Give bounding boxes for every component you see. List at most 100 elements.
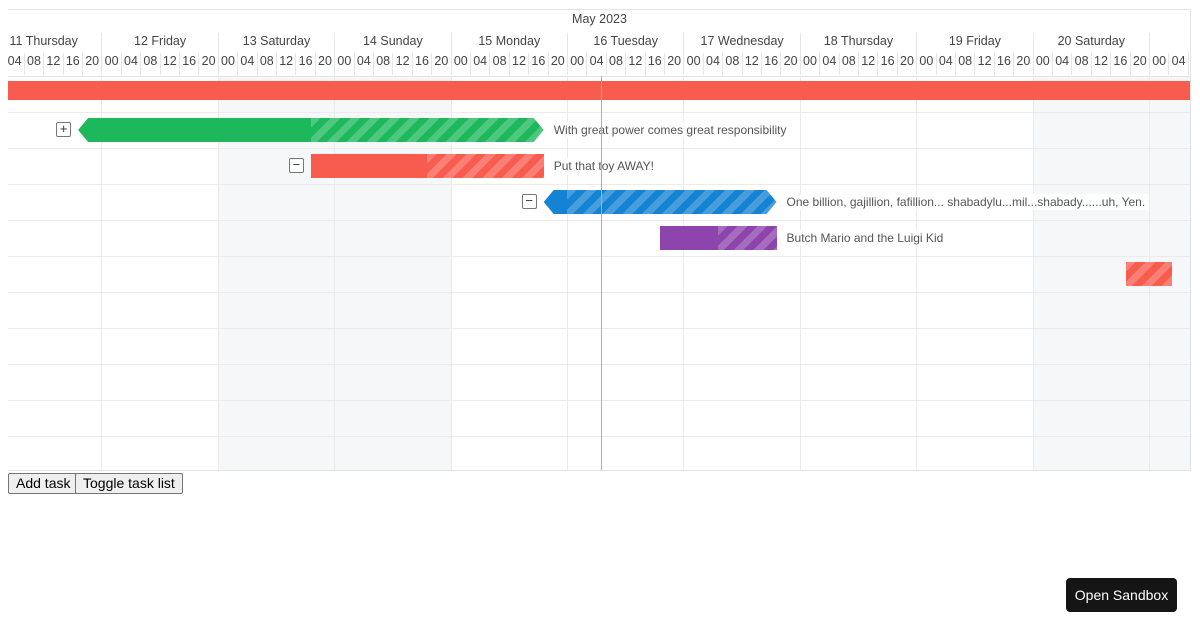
collapse-icon[interactable]: −: [521, 194, 537, 209]
hour-tick: 20: [82, 53, 101, 75]
hour-tick: 04: [702, 53, 722, 75]
day-divider: [1032, 76, 1034, 470]
hour-tick: 04: [935, 53, 955, 75]
collapse-icon[interactable]: −: [288, 158, 304, 173]
hour-tick: 16: [993, 53, 1013, 75]
row-divider: [8, 328, 1190, 329]
hour-tick: 00: [101, 53, 120, 75]
hour-tick: 00: [916, 53, 935, 75]
hour-tick: 08: [605, 53, 625, 75]
hour-tick: 00: [567, 53, 586, 75]
hour-tick: 08: [838, 53, 858, 75]
hour-tick: 20: [1013, 53, 1032, 75]
hour-tick: 12: [625, 53, 644, 75]
progress-stripes: [567, 190, 777, 214]
hour-tick: 08: [256, 53, 276, 75]
progress-stripes: [1125, 262, 1173, 286]
task-bar[interactable]: [544, 190, 777, 214]
hour-tick: 08: [23, 53, 43, 75]
hour-tick: 20: [547, 53, 567, 75]
current-time-line: [600, 76, 602, 470]
task-bar[interactable]: [1125, 262, 1173, 286]
row-divider: [8, 220, 1190, 221]
row-divider: [8, 184, 1190, 185]
hour-tick: 12: [858, 53, 877, 75]
hour-tick: 20: [198, 53, 217, 75]
day-header: 13 Saturday: [217, 33, 334, 53]
hour-tick: 04: [120, 53, 140, 75]
task-bar[interactable]: [310, 154, 544, 178]
hour-tick: 00: [1149, 53, 1168, 75]
expand-icon[interactable]: +: [56, 122, 72, 137]
hour-tick: 04: [1168, 53, 1187, 75]
hour-tick: 16: [295, 53, 314, 75]
hour-tick: 12: [1090, 53, 1110, 75]
day-header: 21: [1149, 33, 1190, 53]
hour-tick: 00: [450, 53, 470, 75]
timeline-header: May 2023 11 Thursday00040812162012 Frida…: [8, 10, 1190, 77]
toggle-task-list-button[interactable]: Toggle task list: [75, 473, 183, 494]
hour-tick: 12: [276, 53, 295, 75]
task-label: Butch Mario and the Luigi Kid: [782, 230, 948, 246]
hour-tick: 12: [159, 53, 179, 75]
task-label: Put that toy AWAY!: [549, 158, 658, 174]
hour-tick: 16: [644, 53, 664, 75]
hour-tick: 08: [373, 53, 392, 75]
hour-tick: 20: [1129, 53, 1149, 75]
hour-tick: 08: [1187, 53, 1190, 75]
hour-tick: 16: [761, 53, 780, 75]
day-header: 15 Monday: [450, 33, 567, 53]
open-sandbox-button[interactable]: Open Sandbox: [1066, 578, 1177, 612]
hour-tick: 16: [1110, 53, 1129, 75]
day-header: 16 Tuesday: [567, 33, 683, 53]
task-bar[interactable]: [8, 81, 1190, 100]
task-label: One billion, gajillion, fafillion... sha…: [782, 194, 1150, 210]
day-header: 17 Wednesday: [683, 33, 799, 53]
add-task-button[interactable]: Add task: [8, 473, 79, 494]
hour-tick: 04: [819, 53, 838, 75]
hour-tick: 12: [43, 53, 62, 75]
day-header: 20 Saturday: [1032, 33, 1149, 53]
task-bar[interactable]: [78, 118, 544, 142]
hour-tick: 04: [8, 53, 24, 75]
day-header: 12 Friday: [101, 33, 217, 53]
hour-tick: 16: [877, 53, 896, 75]
hour-tick: 00: [799, 53, 819, 75]
hour-tick: 08: [722, 53, 741, 75]
progress-stripes: [718, 226, 777, 250]
hour-tick: 12: [392, 53, 411, 75]
row-divider: [8, 292, 1190, 293]
hour-tick: 08: [955, 53, 974, 75]
hour-tick: 12: [974, 53, 993, 75]
hour-tick: 12: [741, 53, 761, 75]
hour-tick: 04: [237, 53, 256, 75]
hour-tick: 04: [586, 53, 605, 75]
row-divider: [8, 112, 1190, 113]
month-label: May 2023: [572, 12, 627, 26]
hour-tick: 04: [1052, 53, 1071, 75]
hour-tick: 20: [314, 53, 334, 75]
row-divider: [8, 256, 1190, 257]
hour-tick: 04: [470, 53, 489, 75]
row-divider: [8, 148, 1190, 149]
hour-tick: 20: [896, 53, 916, 75]
day-header: 19 Friday: [916, 33, 1032, 53]
hour-tick: 16: [179, 53, 198, 75]
row-divider: [8, 436, 1190, 437]
hour-tick: 00: [334, 53, 353, 75]
hour-tick: 20: [780, 53, 799, 75]
hour-tick: 00: [1032, 53, 1052, 75]
gantt-chart: May 2023 11 Thursday00040812162012 Frida…: [8, 9, 1191, 471]
hour-tick: 20: [664, 53, 683, 75]
hour-tick: 00: [683, 53, 702, 75]
hour-tick: 20: [431, 53, 450, 75]
hour-tick: 16: [528, 53, 547, 75]
hour-tick: 08: [140, 53, 159, 75]
task-bar[interactable]: [660, 226, 777, 250]
row-divider: [8, 400, 1190, 401]
hour-tick: 04: [353, 53, 373, 75]
day-header: 18 Thursday: [799, 33, 916, 53]
day-divider: [799, 76, 801, 470]
hour-tick: 16: [411, 53, 431, 75]
day-header: 11 Thursday: [8, 33, 101, 53]
